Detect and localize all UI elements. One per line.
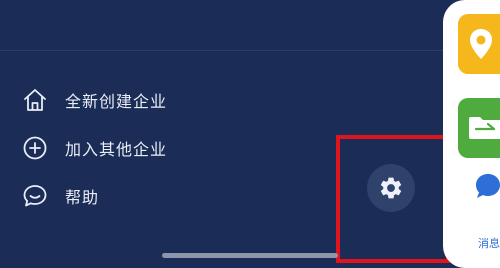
message-label: 消息 [478, 237, 500, 250]
top-divider [0, 50, 445, 51]
settings-button[interactable] [367, 164, 415, 212]
chat-bubble-icon [23, 185, 47, 207]
plus-circle-icon [23, 136, 47, 160]
gear-icon [380, 177, 402, 199]
home-indicator[interactable] [162, 253, 338, 258]
folder-tile[interactable] [458, 98, 500, 158]
help-label: 帮助 [65, 188, 100, 207]
join-enterprise-item[interactable]: 加入其他企业 [22, 124, 167, 172]
drawer-menu: 全新创建企业 加入其他企业 帮助 [22, 76, 167, 220]
folder-icon [469, 117, 500, 139]
side-panel [443, 0, 500, 268]
location-tile[interactable] [458, 14, 500, 74]
join-enterprise-label: 加入其他企业 [65, 140, 168, 159]
home-icon [24, 89, 46, 111]
create-enterprise-label: 全新创建企业 [65, 92, 168, 111]
create-enterprise-item[interactable]: 全新创建企业 [22, 76, 167, 124]
message-bubble-icon[interactable] [475, 172, 500, 200]
location-pin-icon [470, 29, 492, 59]
help-item[interactable]: 帮助 [22, 172, 167, 220]
